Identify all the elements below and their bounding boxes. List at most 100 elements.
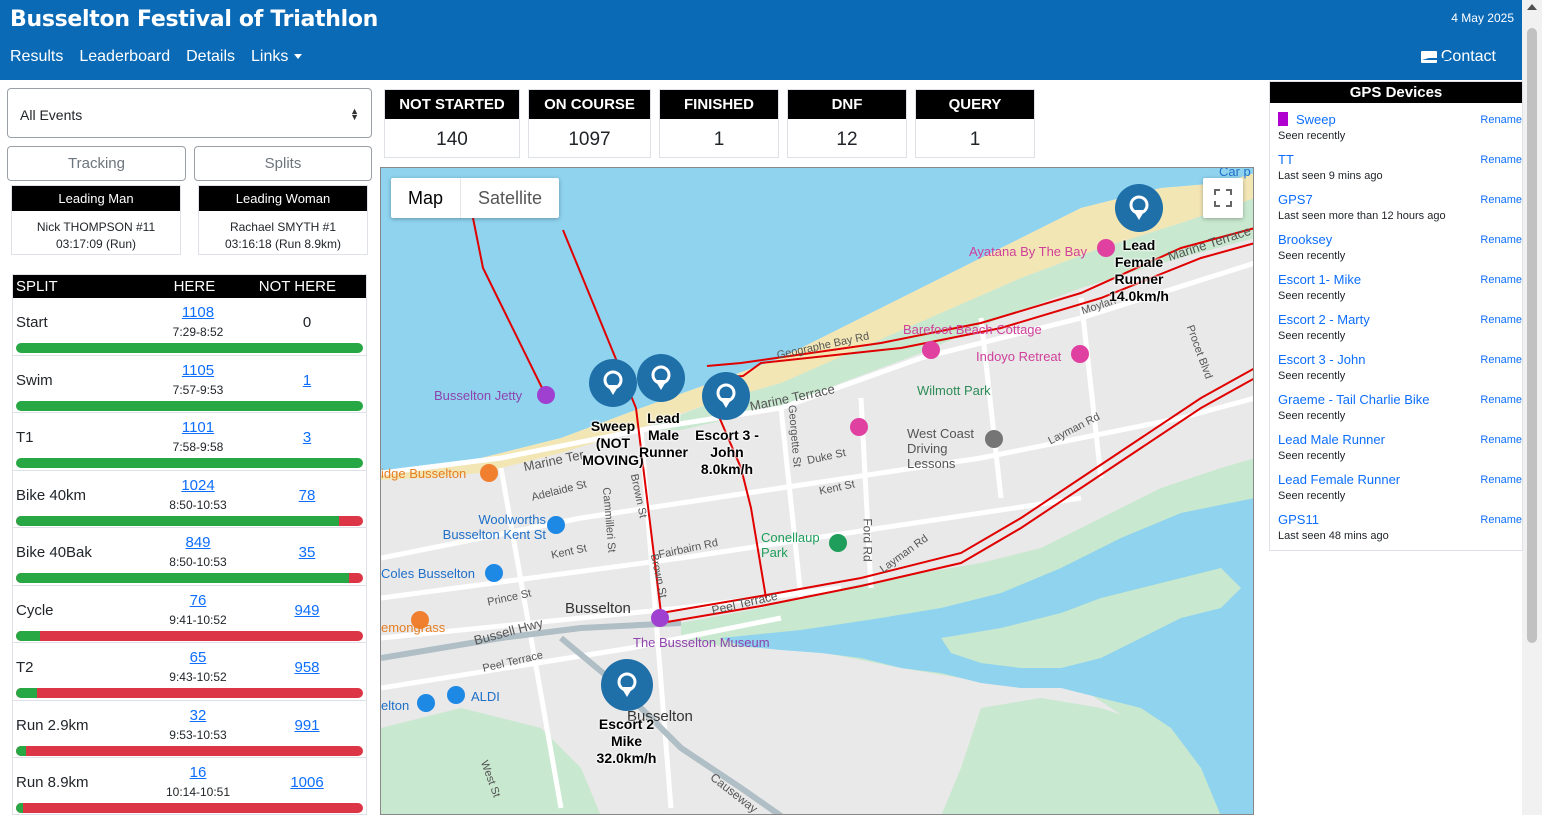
marker-label-lead-female[interactable]: Lead Female Runner 14.0km/h — [1099, 237, 1179, 305]
leading-woman-card: Leading Woman Rachael SMYTH #1 03:16:18 … — [198, 185, 368, 255]
here-count-link[interactable]: 1024 — [158, 477, 238, 494]
gps-device-name[interactable]: Escort 2 - Marty — [1278, 312, 1370, 327]
gps-device-item: Escort 3 - John Seen recently Rename — [1270, 343, 1522, 383]
leading-woman-title: Leading Woman — [199, 186, 367, 211]
gps-device-name[interactable]: Escort 1- Mike — [1278, 272, 1361, 287]
rename-link[interactable]: Rename — [1480, 354, 1522, 366]
map-button[interactable]: Map — [391, 178, 460, 218]
place-wilmott[interactable]: Wilmott Park — [917, 383, 991, 398]
marker-label-escort-3[interactable]: Escort 3 - John 8.0km/h — [691, 427, 763, 478]
gps-device-name[interactable]: TT — [1278, 152, 1294, 167]
here-count-link[interactable]: 1101 — [158, 419, 238, 436]
split-name: Swim — [16, 371, 53, 389]
gps-device-name-text: Graeme - Tail Charlie Bike — [1278, 392, 1430, 407]
place-idge[interactable]: idge Busselton — [381, 466, 466, 481]
map-type-toggle: Map Satellite — [391, 178, 560, 218]
rename-link[interactable]: Rename — [1480, 154, 1522, 166]
tracking-button[interactable]: Tracking — [7, 146, 186, 181]
here-time-range: 9:43-10:52 — [169, 670, 227, 684]
gps-device-name-text: Lead Male Runner — [1278, 432, 1385, 447]
leading-woman-name: Rachael SMYTH #1 — [229, 220, 337, 234]
here-count-link[interactable]: 32 — [158, 707, 238, 724]
not-here-count[interactable]: 958 — [257, 659, 357, 676]
splits-button[interactable]: Splits — [194, 146, 372, 181]
rename-link[interactable]: Rename — [1480, 274, 1522, 286]
place-carpark[interactable]: Car p — [1219, 168, 1251, 179]
place-westcoast[interactable]: West Coast Driving Lessons — [907, 426, 987, 471]
gps-device-name[interactable]: GPS7 — [1278, 192, 1313, 207]
here-time-range: 9:53-10:53 — [169, 727, 227, 742]
not-here-count[interactable]: 949 — [257, 602, 357, 619]
rename-link[interactable]: Rename — [1480, 474, 1522, 486]
gps-device-name[interactable]: GPS11 — [1278, 512, 1319, 527]
here-count-link[interactable]: 76 — [158, 592, 238, 609]
rename-link[interactable]: Rename — [1480, 314, 1522, 326]
rename-link[interactable]: Rename — [1480, 514, 1522, 526]
rename-link[interactable]: Rename — [1480, 114, 1522, 126]
not-here-count[interactable]: 3 — [257, 429, 357, 446]
select-arrows-icon: ▲ ▼ — [350, 106, 359, 122]
gps-device-item: Brooksey Seen recently Rename — [1270, 223, 1522, 263]
gps-device-name[interactable]: Sweep — [1278, 112, 1336, 127]
gps-device-seen: Seen recently — [1278, 330, 1346, 342]
gps-device-name[interactable]: Lead Female Runner — [1278, 472, 1400, 487]
place-indoyo[interactable]: Indoyo Retreat — [976, 349, 1061, 364]
contact-link[interactable]: Contact — [1420, 48, 1496, 66]
rename-link[interactable]: Rename — [1480, 234, 1522, 246]
nav-links[interactable]: Links — [251, 48, 303, 66]
gps-device-item: Graeme - Tail Charlie Bike Seen recently R… — [1270, 383, 1522, 423]
not-here-count[interactable]: 1006 — [257, 774, 357, 791]
split-name: Bike 40Bak — [16, 544, 92, 561]
here-count-link[interactable]: 16 — [158, 764, 238, 781]
fullscreen-button[interactable] — [1203, 178, 1243, 218]
gps-device-name[interactable]: Escort 3 - John — [1278, 352, 1365, 367]
here-count-link[interactable]: 1108 — [158, 304, 238, 321]
rename-link[interactable]: Rename — [1480, 434, 1522, 446]
not-here-count[interactable]: 35 — [257, 544, 357, 561]
satellite-button[interactable]: Satellite — [460, 178, 559, 218]
page-scrollbar[interactable] — [1522, 0, 1542, 815]
place-woolworths[interactable]: Woolworths Busselton Kent St — [431, 512, 546, 542]
splits-table-header: SPLIT HERE NOT HERE — [13, 275, 366, 298]
marker-label-lead-male[interactable]: Lead Male Runner — [636, 410, 691, 461]
gps-device-seen: Seen recently — [1278, 250, 1346, 262]
split-name: Run 8.9km — [16, 774, 89, 791]
not-here-count[interactable]: 1 — [257, 372, 357, 389]
place-ayatana[interactable]: Ayatana By The Bay — [969, 244, 1087, 259]
gps-device-name[interactable]: Brooksey — [1278, 232, 1332, 247]
place-coles[interactable]: Coles Busselton — [381, 566, 475, 581]
place-jetty[interactable]: Busselton Jetty — [434, 388, 522, 403]
nav-details[interactable]: Details — [186, 48, 235, 66]
place-museum[interactable]: The Busselton Museum — [633, 635, 770, 650]
split-name: Bike 40km — [16, 486, 87, 504]
event-select[interactable]: All Events ▲ ▼ — [7, 88, 372, 138]
gps-device-name-text: Escort 1- Mike — [1278, 272, 1362, 287]
place-conelaup[interactable]: Conellaup Park — [761, 530, 831, 560]
not-here-count[interactable]: 991 — [257, 717, 357, 734]
nav-results[interactable]: Results — [10, 48, 63, 66]
here-count-link[interactable]: 849 — [158, 534, 238, 551]
gps-device-name[interactable]: Lead Male Runner — [1278, 432, 1385, 447]
scroll-up-arrow-icon[interactable] — [1527, 4, 1537, 10]
split-progress-bar — [16, 515, 363, 526]
marker-label-escort-2[interactable]: Escort 2 Mike 32.0km/h — [589, 716, 664, 767]
split-progress-bar — [16, 343, 363, 353]
here-count-link[interactable]: 65 — [158, 649, 238, 666]
nav-leaderboard[interactable]: Leaderboard — [79, 48, 170, 66]
here-time-range: 8:50-10:53 — [169, 497, 227, 512]
not-here-count[interactable]: 78 — [257, 487, 357, 504]
gps-device-name-text: Brooksey — [1278, 232, 1333, 247]
here-count-link[interactable]: 1105 — [158, 362, 238, 379]
tracking-map[interactable]: Map Satellite Ayatana By The Bay Barefoo… — [380, 167, 1254, 815]
scroll-thumb[interactable] — [1527, 28, 1537, 643]
place-aldi[interactable]: ALDI — [471, 689, 500, 704]
place-barefoot[interactable]: Barefoot Beach Cottage — [903, 322, 1042, 337]
rename-link[interactable]: Rename — [1480, 394, 1522, 406]
rename-link[interactable]: Rename — [1480, 194, 1522, 206]
stat-value: 1 — [713, 129, 725, 150]
table-row: Start 1108 7:29-8:52 0 — [13, 298, 366, 356]
gps-device-name[interactable]: Graeme - Tail Charlie Bike — [1278, 392, 1429, 407]
place-lemongrass[interactable]: emongrass — [381, 620, 445, 635]
place-elton[interactable]: elton — [381, 698, 409, 713]
split-progress-fill — [16, 573, 350, 583]
